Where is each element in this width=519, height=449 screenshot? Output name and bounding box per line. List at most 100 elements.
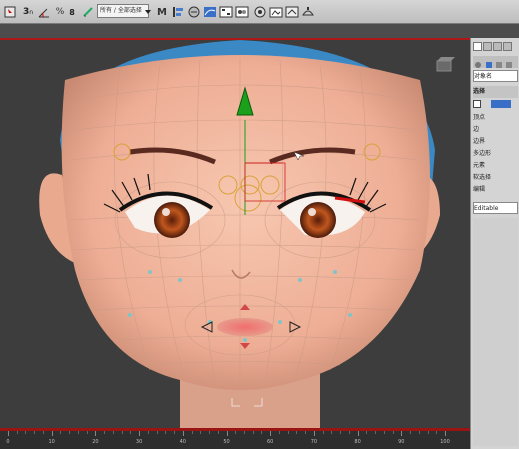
command-row-7[interactable]: 编辑 bbox=[473, 184, 518, 196]
timeline-minor-tick bbox=[418, 431, 420, 434]
timeline-minor-tick bbox=[331, 431, 333, 434]
timeline-minor-tick bbox=[348, 431, 350, 434]
timeline-minor-tick bbox=[340, 431, 342, 434]
timeline-minor-tick bbox=[427, 431, 429, 434]
layer-manager-icon[interactable] bbox=[186, 4, 202, 20]
timeline-tick-label: 20 bbox=[92, 439, 99, 445]
command-row-2[interactable]: 边 bbox=[473, 124, 518, 136]
timeline-minor-tick bbox=[392, 431, 394, 434]
rendered-frame-window-icon[interactable] bbox=[284, 4, 300, 20]
timeline-tick-label: 90 bbox=[398, 439, 405, 445]
command-row-4[interactable]: 多边形 bbox=[473, 148, 518, 160]
timeline-minor-tick bbox=[305, 431, 307, 434]
select-object-icon[interactable] bbox=[2, 4, 18, 20]
timeline-tick bbox=[182, 431, 184, 436]
timeline-minor-tick bbox=[296, 431, 298, 434]
timeline-tick-label: 40 bbox=[179, 439, 186, 445]
timeline-tick-label: 100 bbox=[440, 439, 450, 445]
timeline-minor-tick bbox=[287, 431, 289, 434]
timeline-minor-tick bbox=[174, 431, 176, 434]
timeline-tick-label: 50 bbox=[223, 439, 230, 445]
time-slider[interactable]: 0 10 20 30 40 50 60 70 80 90 100 bbox=[0, 428, 470, 449]
category-buttons[interactable] bbox=[473, 56, 518, 68]
timeline-minor-tick bbox=[34, 431, 36, 434]
timeline-tick bbox=[445, 431, 446, 436]
timeline-minor-tick bbox=[147, 431, 149, 434]
timeline-tick bbox=[401, 431, 403, 436]
timeline-minor-tick bbox=[112, 431, 114, 434]
timeline-minor-tick bbox=[25, 431, 27, 434]
rollout-header[interactable]: 选择 bbox=[473, 86, 518, 98]
timeline-tick bbox=[357, 431, 359, 436]
timeline-minor-tick bbox=[86, 431, 88, 434]
timeline-tick-label: 80 bbox=[354, 439, 361, 445]
timeline-minor-tick bbox=[165, 431, 167, 434]
timeline-tick-label: 0 bbox=[6, 439, 10, 445]
timeline-tick bbox=[139, 431, 141, 436]
timeline-minor-tick bbox=[16, 431, 18, 434]
curve-editor-icon[interactable] bbox=[202, 4, 218, 20]
timeline-tick bbox=[95, 431, 97, 436]
material-editor-icon[interactable] bbox=[234, 4, 250, 20]
object-name-field[interactable]: 对象名 bbox=[473, 70, 518, 82]
timeline-tick bbox=[8, 431, 9, 436]
timeline-minor-tick bbox=[243, 431, 245, 434]
command-row-6[interactable]: 软选择 bbox=[473, 172, 518, 184]
timeline-minor-tick bbox=[217, 431, 219, 434]
timeline-minor-tick bbox=[375, 431, 377, 434]
lips bbox=[217, 318, 273, 336]
align-icon[interactable] bbox=[170, 4, 186, 20]
schematic-view-icon[interactable] bbox=[218, 4, 234, 20]
timeline-minor-tick bbox=[191, 431, 193, 434]
timeline-minor-tick bbox=[278, 431, 280, 434]
snap-3d-icon[interactable]: 3n bbox=[20, 4, 36, 20]
timeline-minor-tick bbox=[130, 431, 132, 434]
modifier-stack-area bbox=[473, 218, 518, 446]
command-row-5[interactable]: 元素 bbox=[473, 160, 518, 172]
viewcube-icon bbox=[436, 57, 455, 72]
mirror-icon[interactable]: M bbox=[154, 4, 170, 20]
checkbox-row[interactable] bbox=[473, 98, 518, 110]
motion-tab-icon[interactable] bbox=[503, 42, 512, 51]
render-production-icon[interactable] bbox=[300, 4, 316, 20]
timeline-minor-tick bbox=[209, 431, 211, 434]
timeline-minor-tick bbox=[235, 431, 237, 434]
command-panel: 对象名 选择 顶点 边 边界 多边形 元素 软选择 编辑 Editable bbox=[470, 38, 519, 449]
timeline-minor-tick bbox=[121, 431, 123, 434]
timeline-tick bbox=[313, 431, 315, 436]
timeline-tick bbox=[51, 431, 53, 436]
timeline-tick-label: 10 bbox=[48, 439, 55, 445]
modifier-list-field[interactable]: Editable bbox=[473, 202, 518, 214]
timeline-minor-tick bbox=[156, 431, 158, 434]
angle-snap-icon[interactable] bbox=[36, 4, 52, 20]
timeline-minor-tick bbox=[77, 431, 79, 434]
edit-named-selection-icon[interactable] bbox=[80, 4, 96, 20]
timeline-minor-tick bbox=[104, 431, 106, 434]
timeline-minor-tick bbox=[383, 431, 385, 434]
spinner-snap-icon[interactable]: 8 bbox=[64, 4, 80, 20]
timeline-minor-tick bbox=[261, 431, 263, 434]
toolbar-strip bbox=[0, 24, 519, 38]
face-model-render bbox=[39, 40, 455, 428]
hierarchy-tab-icon[interactable] bbox=[493, 42, 502, 51]
timeline-minor-tick bbox=[60, 431, 62, 434]
modify-tab-icon[interactable] bbox=[483, 42, 492, 51]
timeline-tick bbox=[270, 431, 272, 436]
timeline-tick bbox=[226, 431, 228, 436]
timeline-tick-label: 30 bbox=[135, 439, 143, 445]
timeline-minor-tick bbox=[69, 431, 71, 434]
create-tab-icon[interactable] bbox=[473, 42, 482, 51]
timeline-minor-tick bbox=[436, 431, 438, 434]
timeline-tick-label: 60 bbox=[267, 439, 274, 445]
main-toolbar: 3n % 8 所有 / 全部选择 M bbox=[0, 0, 519, 24]
timeline-minor-tick bbox=[252, 431, 254, 434]
render-setup-icon[interactable] bbox=[252, 4, 268, 20]
timeline-minor-tick bbox=[42, 431, 44, 434]
command-row-1[interactable]: 顶点 bbox=[473, 112, 518, 124]
timeline-minor-tick bbox=[366, 431, 368, 434]
render-frame-icon[interactable] bbox=[268, 4, 284, 20]
command-row-3[interactable]: 边界 bbox=[473, 136, 518, 148]
timeline-minor-tick bbox=[322, 431, 324, 434]
perspective-viewport[interactable] bbox=[0, 38, 470, 428]
timeline-minor-tick bbox=[200, 431, 202, 434]
